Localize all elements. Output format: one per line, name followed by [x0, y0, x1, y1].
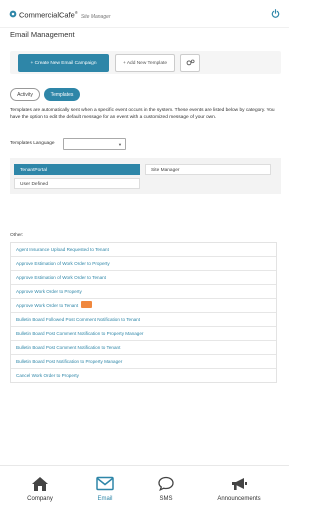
home-icon	[32, 477, 48, 491]
list-item[interactable]: Bulletin Board Followed Post Comment Not…	[11, 313, 276, 327]
list-item[interactable]: Bulletin Board Post Notification to Prop…	[11, 355, 276, 369]
power-icon[interactable]	[271, 9, 280, 18]
chat-bubble-icon	[158, 476, 174, 491]
list-item[interactable]: Agent Insurance Upload Requested to Tena…	[11, 243, 276, 257]
other-label: Other:	[10, 233, 24, 238]
category-tenantportal[interactable]: TenantPortal	[14, 164, 140, 175]
envelope-icon	[96, 476, 114, 491]
page-title: Email Management	[10, 30, 75, 39]
language-label: Templates Language	[10, 141, 55, 146]
gears-icon	[186, 59, 194, 66]
list-item[interactable]: Bulletin Board Post Comment Notification…	[11, 327, 276, 341]
category-user-defined[interactable]: User Defined	[14, 178, 140, 189]
nav-sms[interactable]: SMS	[130, 466, 202, 513]
nav-announcements[interactable]: Announcements	[203, 466, 275, 513]
language-select[interactable]: ▼	[63, 138, 126, 150]
brand-name: CommercialCafe®Site Manager	[19, 10, 111, 20]
list-item-label: Approve Work Order to Tenant	[16, 303, 79, 308]
header-divider	[0, 27, 289, 28]
tab-templates[interactable]: Templates	[44, 88, 80, 101]
bottom-nav: Company Email SMS Announcements	[0, 465, 289, 513]
brand-subtitle: Site Manager	[80, 13, 111, 20]
list-item[interactable]: Approve Work Order to Tenant	[11, 299, 276, 313]
chevron-down-icon: ▼	[118, 142, 122, 147]
list-item[interactable]: Cancel Work Order to Property	[11, 369, 276, 382]
list-item[interactable]: Bulletin Board Post Comment Notification…	[11, 341, 276, 355]
brand-mark: ®	[74, 10, 78, 15]
settings-button[interactable]	[180, 54, 200, 72]
nav-announcements-label: Announcements	[217, 496, 261, 502]
megaphone-icon	[232, 478, 247, 490]
custom-badge	[81, 301, 93, 309]
location-pin-icon	[9, 10, 17, 18]
nav-company-label: Company	[27, 496, 53, 502]
nav-company[interactable]: Company	[4, 466, 76, 513]
nav-sms-label: SMS	[159, 496, 173, 502]
add-template-button[interactable]: + Add New Template	[115, 54, 175, 72]
list-item[interactable]: Approve Estimation of Work Order to Tena…	[11, 271, 276, 285]
list-item[interactable]: Approve Estimation of Work Order to Prop…	[11, 257, 276, 271]
app-header: CommercialCafe®Site Manager	[0, 0, 289, 26]
category-site-manager[interactable]: Site Manager	[145, 164, 271, 175]
action-bar: + Create New Email Campaign + Add New Te…	[10, 51, 281, 74]
template-list: Agent Insurance Upload Requested to Tena…	[10, 242, 277, 383]
list-item[interactable]: Approve Work Order to Property	[11, 285, 276, 299]
brand-text: CommercialCafe	[19, 10, 75, 20]
category-panel: TenantPortal Site Manager User Defined	[10, 158, 281, 194]
tab-activity[interactable]: Activity	[10, 88, 40, 101]
create-campaign-button[interactable]: + Create New Email Campaign	[18, 54, 109, 72]
templates-description: Templates are automatically sent when a …	[10, 108, 275, 121]
